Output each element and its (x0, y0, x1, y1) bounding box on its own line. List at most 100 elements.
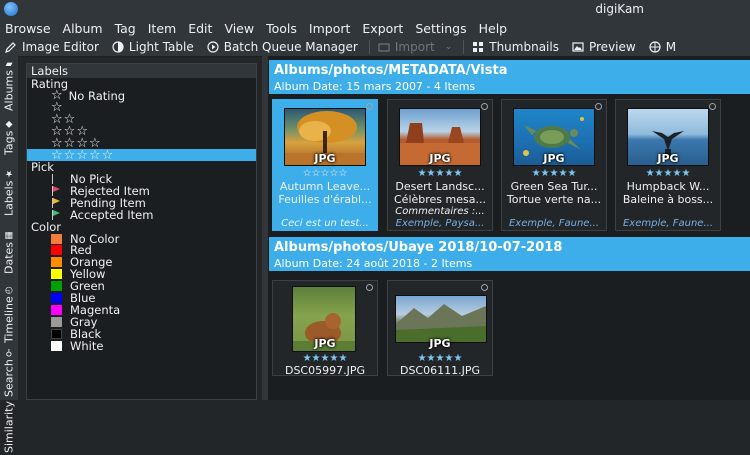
tab-labels[interactable]: Labels ★ (2, 162, 16, 222)
thumbnail-card[interactable]: JPG ☆☆☆☆☆ Autumn Leave... Feuilles d'éra… (272, 99, 378, 231)
import-label: Import (394, 39, 435, 54)
calendar-icon: ▦ (4, 229, 14, 240)
color-swatch (51, 245, 62, 256)
tab-similarity[interactable]: Similarity (2, 399, 16, 455)
preview-image-icon (572, 41, 584, 52)
tab-timeline-label: Timeline (2, 296, 16, 344)
tab-timeline[interactable]: Timeline ◷ (2, 282, 16, 346)
search-icon: ⚲ (4, 347, 14, 358)
rating-stars[interactable]: ★★★★★ (502, 168, 606, 179)
album-title: Albums/photos/METADATA/Vista (274, 63, 508, 78)
labels-tree: Rating ☆ No Rating ☆ ☆ ☆ ☆ ☆ ☆ ☆ ☆ ☆ ☆ ☆ ☆ ☆ ☆ ☆ P… (27, 78, 256, 352)
tab-albums[interactable]: Albums ▰ (2, 58, 16, 112)
tab-similarity-label: Similarity (2, 401, 16, 454)
tab-tags[interactable]: Tags ◆ (2, 114, 16, 160)
item-name: Desert Landsc... (395, 180, 485, 193)
color-black[interactable]: Black (27, 328, 256, 340)
preview-label: Preview (588, 39, 636, 54)
image-editor-button[interactable]: Image Editor (0, 40, 107, 54)
rating-stars[interactable]: ★★★★★ (273, 353, 377, 364)
color-green[interactable]: Green (27, 280, 256, 292)
item-title: Feuilles d'érabl... (278, 193, 372, 206)
thumbnails-button[interactable]: Thumbnails (467, 40, 567, 54)
status-indicator-icon (481, 103, 488, 110)
tag-icon: ◆ (4, 118, 14, 129)
file-type-badge: JPG (657, 152, 679, 165)
tab-labels-label: Labels (2, 180, 16, 216)
rating-stars[interactable]: ☆☆☆☆☆ (273, 168, 377, 179)
item-caption: Exemple, Faune... (622, 218, 713, 229)
thumbnails-grid-icon (473, 41, 484, 52)
tab-search[interactable]: Search ⚲ (2, 347, 16, 397)
file-type-badge: JPG (314, 337, 336, 350)
tab-dates[interactable]: Dates ▦ (2, 224, 16, 280)
thumbnail-card[interactable]: JPG ★★★★★ Desert Landsc... Célèbres mesa… (387, 99, 493, 231)
star-icon: ★ (4, 168, 14, 179)
menu-view[interactable]: View (218, 21, 260, 36)
preview-button[interactable]: Preview (567, 40, 644, 54)
color-gray[interactable]: Gray (27, 316, 256, 328)
rating-5-stars[interactable]: ☆ ☆ ☆ ☆ ☆ (27, 147, 256, 163)
map-button[interactable]: M (644, 40, 684, 54)
tab-search-label: Search (2, 359, 16, 397)
menu-item[interactable]: Item (142, 21, 182, 36)
tab-tags-label: Tags (2, 130, 16, 156)
rating-stars[interactable]: ★★★★★ (616, 168, 720, 179)
item-caption: Exemple, Faune... (508, 218, 599, 229)
light-table-icon (112, 40, 124, 53)
import-dropdown-icon[interactable]: ⌄ (445, 42, 453, 52)
color-blue[interactable]: Blue (27, 292, 256, 304)
menu-edit[interactable]: Edit (182, 21, 218, 36)
menu-help[interactable]: Help (473, 21, 514, 36)
menu-import[interactable]: Import (303, 21, 357, 36)
item-name: Humpback W... (626, 180, 710, 193)
green-flag-icon (51, 209, 62, 220)
pencil-icon (5, 41, 16, 53)
color-orange[interactable]: Orange (27, 256, 256, 268)
color-none[interactable]: No Color (27, 233, 256, 245)
import-button[interactable]: Import ⌄ (373, 40, 460, 54)
thumbnail-card[interactable]: JPG ★★★★★ DSC05997.JPG (272, 280, 378, 377)
clock-icon: ◷ (4, 284, 14, 295)
pick-accepted[interactable]: Accepted Item (27, 209, 256, 221)
mountain-valley-image (396, 304, 486, 342)
item-comment: Commentaires :... (395, 206, 485, 217)
color-label: White (70, 338, 104, 353)
star-outline-icon: ☆ (88, 147, 101, 163)
color-swatch (51, 304, 62, 315)
light-table-button[interactable]: Light Table (107, 40, 202, 54)
rating-stars[interactable]: ★★★★★ (388, 353, 492, 364)
star-outline-icon: ☆ (101, 147, 114, 163)
color-swatch (51, 316, 62, 327)
star-outline-icon: ☆ (76, 147, 88, 163)
color-magenta[interactable]: Magenta (27, 304, 256, 316)
pick-group[interactable]: Pick (27, 161, 256, 173)
menu-browse[interactable]: Browse (0, 21, 57, 36)
thumbnail-card[interactable]: JPG ★★★★★ Humpback W... Baleine à boss..… (615, 99, 721, 231)
menu-tag[interactable]: Tag (109, 21, 142, 36)
menu-settings[interactable]: Settings (409, 21, 472, 36)
album-header[interactable]: Albums/photos/METADATA/Vista Album Date:… (269, 60, 750, 94)
menu-album[interactable]: Album (57, 21, 109, 36)
album-header[interactable]: Albums/photos/Ubaye 2018/10-07-2018 Albu… (269, 237, 750, 271)
color-red[interactable]: Red (27, 244, 256, 256)
item-title: Tortue verte na... (506, 193, 602, 206)
thumbnails-label: Thumbnails (489, 39, 559, 54)
tab-albums-label: Albums (2, 70, 16, 112)
menu-tools[interactable]: Tools (260, 21, 303, 36)
color-white[interactable]: White (27, 340, 256, 352)
color-swatch (51, 292, 62, 303)
thumbnail-card[interactable]: JPG ★★★★★ DSC06111.JPG (387, 280, 493, 377)
pick-pending[interactable]: Pending Item (27, 197, 256, 209)
color-group[interactable]: Color (27, 221, 256, 233)
color-yellow[interactable]: Yellow (27, 268, 256, 280)
thumbnail-card[interactable]: JPG ★★★★★ Green Sea Tur... Tortue verte … (501, 99, 607, 231)
toolbar-separator (368, 39, 370, 54)
rating-stars[interactable]: ★★★★★ (388, 168, 492, 179)
red-flag-icon (51, 185, 62, 196)
menu-export[interactable]: Export (356, 21, 409, 36)
album-subtitle: Album Date: 15 mars 2007 - 4 Items (274, 80, 476, 93)
album-title: Albums/photos/Ubaye 2018/10-07-2018 (274, 240, 563, 255)
rating-no-rating-label: No Rating (68, 88, 126, 103)
batch-queue-manager-button[interactable]: Batch Queue Manager (202, 40, 366, 54)
